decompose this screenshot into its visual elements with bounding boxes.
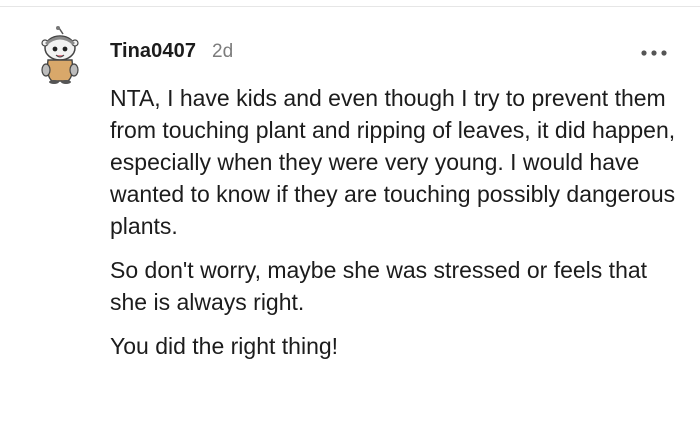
- comment-paragraph: NTA, I have kids and even though I try t…: [110, 85, 676, 239]
- snoo-avatar-icon[interactable]: [36, 26, 82, 84]
- comment: Tina0407 2d NTA, I have kids and even th…: [0, 0, 700, 431]
- timestamp: 2d: [212, 41, 234, 62]
- more-options-button[interactable]: [636, 42, 672, 64]
- ellipsis-icon: [641, 50, 667, 56]
- comment-body: NTA, I have kids and even though I try t…: [110, 82, 680, 374]
- comment-paragraph: You did the right thing!: [110, 333, 339, 359]
- comment-paragraph: So don't worry, maybe she was stressed o…: [110, 257, 648, 315]
- comment-header: Tina0407 2d: [110, 40, 233, 66]
- username-link[interactable]: Tina0407: [110, 40, 196, 63]
